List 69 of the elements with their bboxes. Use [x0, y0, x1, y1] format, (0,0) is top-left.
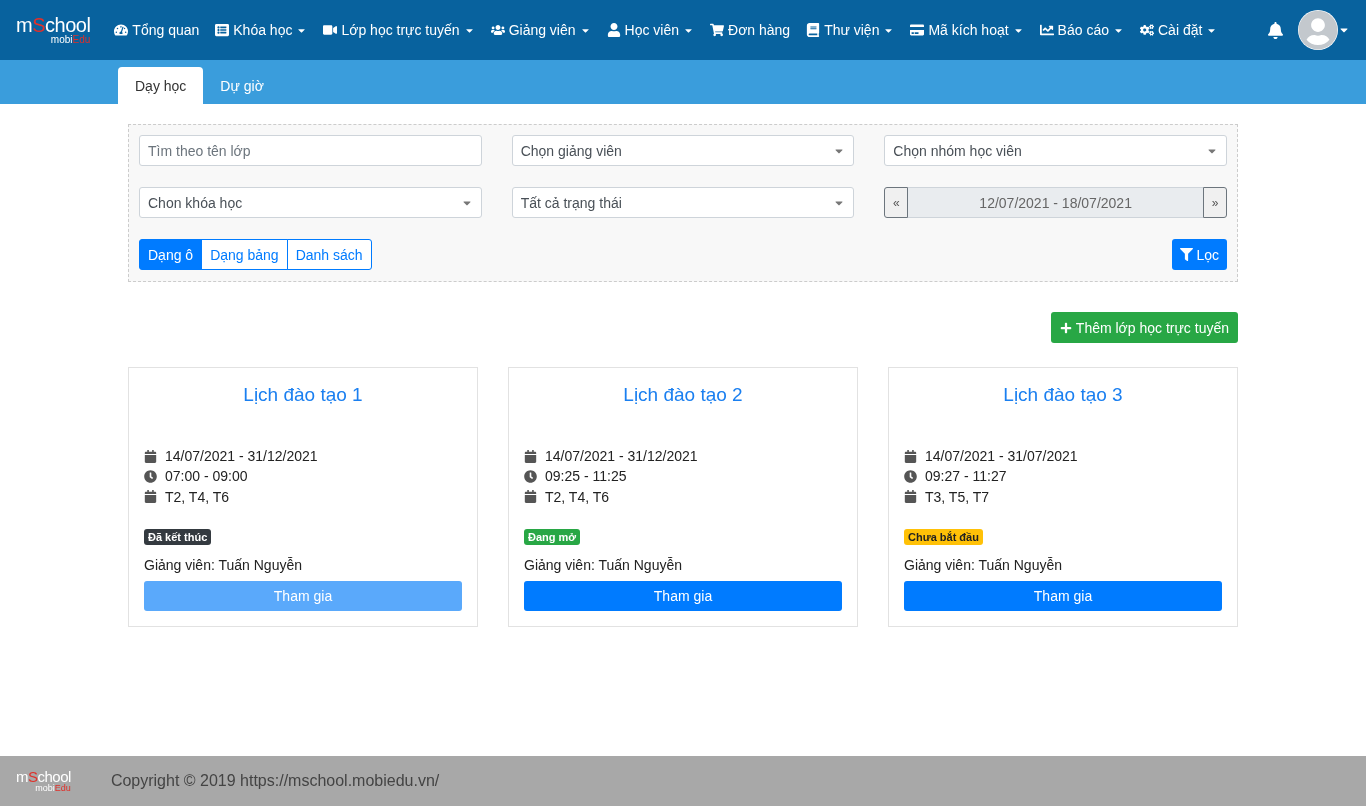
nav-item[interactable]: Báo cáo [1031, 22, 1132, 38]
filter-icon [1180, 248, 1194, 261]
credit-card-icon [910, 23, 925, 37]
user-icon [606, 23, 621, 37]
nav-item[interactable]: Thư viện [798, 22, 903, 38]
select-field[interactable]: Chọn nhóm học viên [884, 135, 1227, 166]
card-title[interactable]: Lịch đào tạo 2 [623, 384, 743, 406]
clock-icon [144, 469, 157, 483]
clock-icon [904, 469, 917, 483]
date-range: 14/07/2021 - 31/12/2021 [165, 448, 318, 465]
video-camera-icon [323, 23, 338, 37]
select-field[interactable]: Chọn giảng viên [511, 135, 855, 166]
time-range: 09:25 - 11:25 [545, 468, 627, 485]
nav-item[interactable]: Đơn hàng [702, 22, 799, 38]
copyright-text: Copyright © 2019 https://mschool.mobiedu.vn/ [110, 772, 440, 790]
teacher-name: Giảng viên: Tuấn Nguyễn [524, 556, 683, 573]
tab[interactable]: Dạy học [118, 67, 204, 104]
plus-icon [1059, 321, 1072, 334]
date-range: 14/07/2021 - 31/12/2021 [545, 448, 698, 465]
status-badge: Đã kết thúc [144, 528, 212, 545]
nav-item[interactable]: Học viên [598, 22, 703, 38]
status-badge: Chưa bắt đầu [904, 528, 983, 545]
teacher-name: Giảng viên: Tuấn Nguyễn [144, 556, 303, 573]
view-toggle-button[interactable]: Dạng bảng [201, 239, 288, 270]
card-title[interactable]: Lịch đào tạo 3 [1003, 384, 1123, 406]
calendar-icon [904, 490, 917, 504]
time-range: 07:00 - 09:00 [165, 468, 248, 485]
bell-icon[interactable] [1267, 21, 1284, 39]
time-range: 09:27 - 11:27 [925, 468, 1007, 485]
date-range: 14/07/2021 - 31/07/2021 [925, 448, 1078, 465]
logo: mSchool mobiEdu [16, 769, 71, 793]
teacher-name: Giảng viên: Tuấn Nguyễn [904, 556, 1063, 573]
previous-week-button[interactable]: « [884, 187, 909, 218]
line-chart-icon [1039, 23, 1054, 37]
nav-item[interactable]: Khóa học [207, 22, 316, 38]
gauge-icon [114, 23, 129, 37]
calendar-icon [524, 490, 537, 504]
date-range-field[interactable]: 12/07/2021 - 18/07/2021 [908, 187, 1203, 218]
cart-icon [710, 23, 725, 37]
book-icon [806, 23, 821, 37]
users-icon [490, 23, 505, 37]
avatar[interactable] [1298, 10, 1338, 50]
select-field[interactable]: Tất cả trạng thái [511, 187, 855, 218]
nav-item[interactable]: Giảng viên [482, 22, 599, 38]
view-toggle-button[interactable]: Dạng ô [139, 239, 203, 270]
weekdays: T2, T4, T6 [165, 488, 230, 505]
nav-item[interactable]: Cài đặt [1132, 22, 1226, 38]
nav-item[interactable]: Mã kích hoạt [902, 22, 1032, 38]
list-icon [215, 23, 230, 37]
weekdays: T2, T4, T6 [545, 488, 610, 505]
join-button[interactable]: Tham gia [904, 580, 1222, 611]
filter-button[interactable]: Lọc [1172, 239, 1227, 270]
search-field[interactable]: Tìm theo tên lớp [139, 135, 482, 166]
view-toggle-button[interactable]: Danh sách [286, 239, 372, 270]
join-button[interactable]: Tham gia [524, 580, 842, 611]
clock-icon [524, 469, 537, 483]
calendar-icon [904, 449, 917, 463]
calendar-icon [144, 490, 157, 504]
weekdays: T3, T5, T7 [925, 488, 990, 505]
next-week-button[interactable]: » [1203, 187, 1227, 218]
gears-icon [1140, 23, 1154, 37]
select-field[interactable]: Chon khóa học [139, 187, 482, 218]
nav-item[interactable]: Tổng quan [106, 22, 208, 38]
nav-item[interactable]: Lớp học trực tuyến [315, 22, 483, 38]
card-title[interactable]: Lịch đào tạo 1 [243, 384, 363, 406]
status-badge: Đang mở [524, 528, 581, 545]
calendar-icon [144, 449, 157, 463]
logo: mSchool mobiEdu [16, 15, 91, 45]
calendar-icon [524, 449, 537, 463]
